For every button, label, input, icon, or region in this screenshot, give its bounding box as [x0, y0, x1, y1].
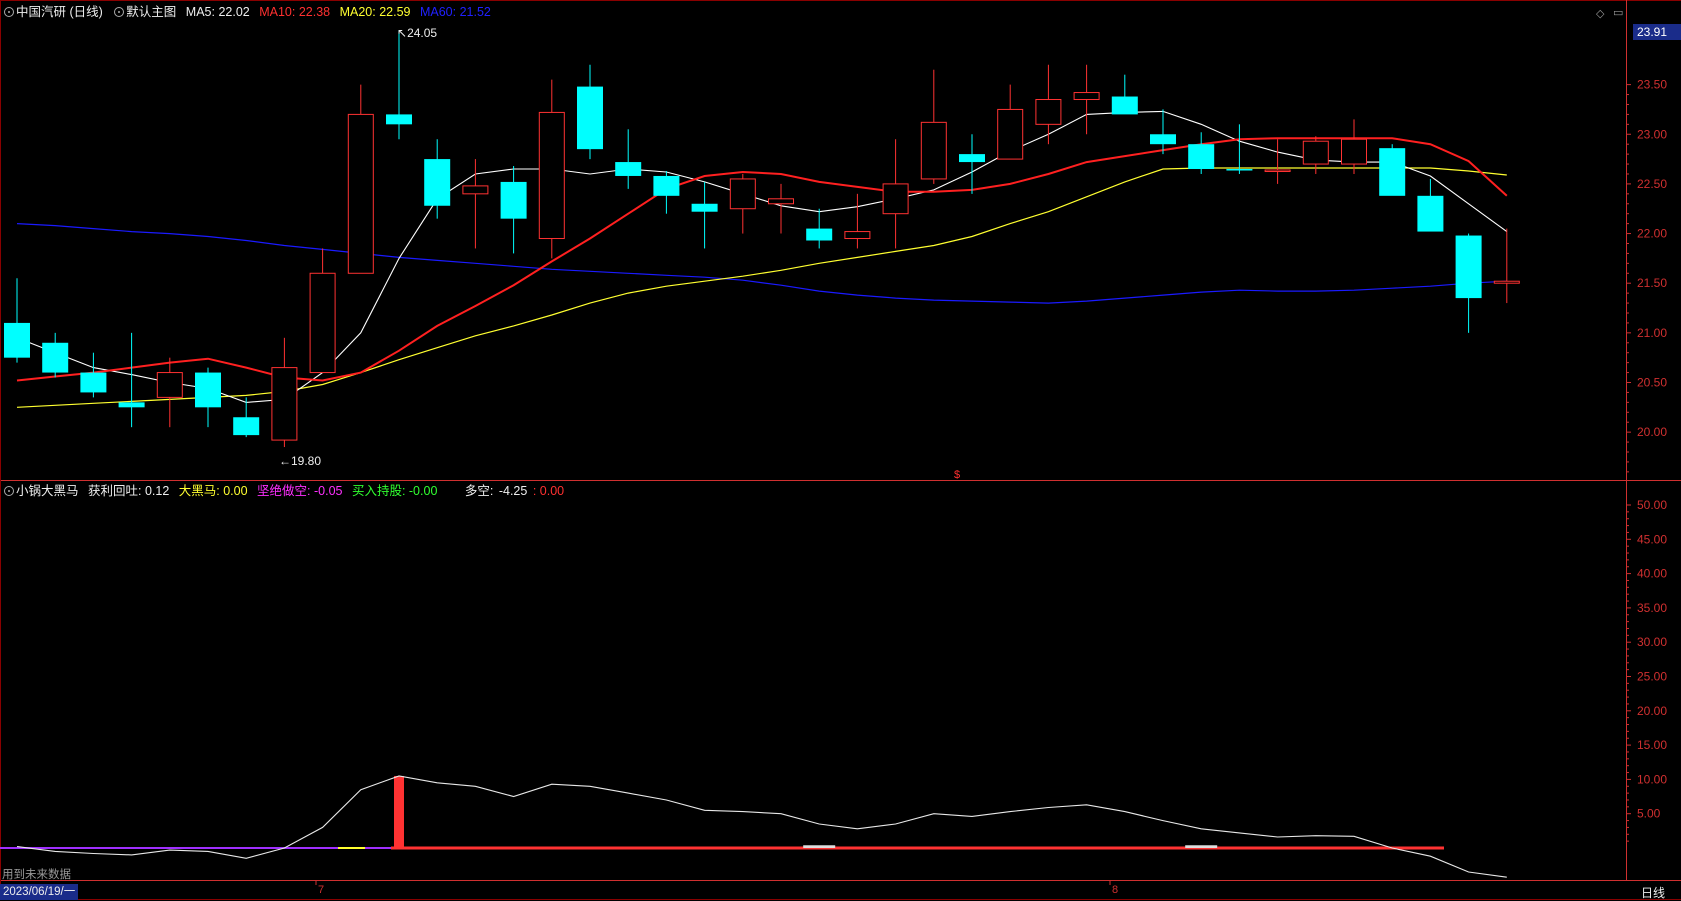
candle-body-up[interactable]	[729, 178, 756, 210]
candle-body-up[interactable]	[997, 108, 1024, 160]
candle-body-down[interactable]	[1455, 235, 1482, 299]
candle-body-down[interactable]	[80, 372, 107, 393]
main-chart-header: 中国汽研 (日线) 默认主图 MA5: 22.02 MA10: 22.38 MA…	[4, 3, 493, 21]
indicator-tick-label: 25.00	[1637, 670, 1667, 684]
indicator-red-bar[interactable]	[394, 775, 404, 848]
candle-body-down[interactable]	[1417, 195, 1444, 232]
candle-body-up[interactable]	[1073, 92, 1100, 101]
future-data-note: 用到未来数据	[2, 869, 71, 881]
price-tick-label: 23.50	[1637, 78, 1667, 92]
candle-body-down[interactable]	[577, 86, 603, 150]
candle-body-down[interactable]	[806, 228, 833, 241]
circle-settings-icon[interactable]	[4, 7, 14, 17]
window-icon[interactable]: ▭	[1613, 6, 1623, 19]
indicator-dk-extra: : 0.00	[532, 484, 565, 498]
ma20-label: MA20: 22.59	[339, 5, 411, 19]
template-name[interactable]: 默认主图	[126, 5, 176, 19]
indicator-jjzk: 坚绝做空: -0.05	[257, 484, 343, 498]
indicator-small-bar	[1185, 845, 1218, 848]
price-tick-label: 20.00	[1637, 425, 1667, 439]
candle-body-up[interactable]	[1035, 99, 1062, 125]
candle-body-down[interactable]	[1111, 96, 1138, 115]
diamond-icon[interactable]: ◇	[1596, 7, 1604, 20]
date-cursor-label: 2023/06/19/一	[0, 884, 79, 900]
indicator-mrcg: 买入持股: -0.00	[351, 484, 438, 498]
candle-body-up[interactable]	[1341, 138, 1367, 165]
low-price-label: ←19.80	[279, 454, 322, 468]
ma5-label: MA5: 22.02	[185, 5, 250, 19]
candle-body-down[interactable]	[615, 162, 642, 176]
candle-body-down[interactable]	[386, 114, 412, 125]
candle-body-down[interactable]	[1226, 169, 1253, 171]
indicator-tick-label: 20.00	[1637, 704, 1667, 718]
duokong-line	[16, 775, 1507, 878]
candle-body-up[interactable]	[538, 111, 565, 240]
price-tick-label: 23.00	[1637, 127, 1667, 141]
last-price-tag: 23.91	[1633, 24, 1681, 40]
indicator-header: 小锅大黑马 获利回吐: 0.12 大黑马: 0.00 坚绝做空: -0.05 买…	[4, 482, 566, 500]
candle-body-down[interactable]	[233, 417, 260, 436]
candle-body-up[interactable]	[844, 231, 871, 240]
stock-name[interactable]: 中国汽研 (日线)	[16, 5, 103, 19]
candle-body-up[interactable]	[1302, 140, 1329, 165]
indicator-tick-label: 15.00	[1637, 738, 1667, 752]
candle-body-down[interactable]	[4, 322, 30, 358]
ma20-line	[16, 167, 1507, 408]
ma60-line	[16, 223, 1507, 304]
period-button[interactable]: 日线	[1641, 884, 1665, 901]
indicator-tick-label: 45.00	[1637, 532, 1667, 546]
candle-body-up[interactable]	[920, 121, 947, 180]
low-price-value: 19.80	[291, 454, 322, 468]
indicator-small-bar	[803, 845, 836, 848]
high-price-label: ↖24.05	[397, 26, 438, 40]
candle-body-down[interactable]	[1188, 144, 1215, 170]
indicator-dk-value: -4.25	[498, 484, 528, 498]
ma10-label: MA10: 22.38	[259, 5, 331, 19]
circle-settings-icon[interactable]	[114, 7, 125, 17]
event-marker[interactable]: $	[954, 469, 960, 481]
candle-body-down[interactable]	[42, 342, 69, 373]
indicator-name[interactable]: 小锅大黑马	[16, 484, 79, 498]
candle-body-up[interactable]	[156, 372, 183, 398]
candle-body-down[interactable]	[118, 402, 145, 408]
candle-body-up[interactable]	[309, 272, 336, 374]
ma60-label: MA60: 21.52	[419, 5, 491, 19]
candle-body-down[interactable]	[691, 203, 718, 212]
ma10-line	[16, 137, 1508, 382]
candle-body-down[interactable]	[195, 372, 221, 408]
candle-body-down[interactable]	[653, 175, 680, 196]
candle-body-up[interactable]	[768, 198, 794, 205]
price-tick-label: 22.00	[1637, 227, 1667, 241]
month-label-8: 8	[1112, 884, 1119, 896]
indicator-tick-label: 10.00	[1637, 772, 1667, 786]
month-label-7: 7	[318, 884, 325, 896]
candle-body-down[interactable]	[500, 181, 527, 219]
candle-body-up[interactable]	[1264, 169, 1291, 173]
candle-body-up[interactable]	[882, 183, 909, 215]
candle-body-down[interactable]	[1379, 148, 1406, 196]
candle-body-up[interactable]	[1493, 280, 1520, 284]
ma5-line	[16, 110, 1508, 403]
indicator-dk-label: 多空:	[464, 484, 494, 498]
candle-body-down[interactable]	[1150, 134, 1176, 145]
candlestick-chart[interactable]: 23.50 23.00 22.50 22.00 21.50 21.00 20.50 20.00…	[0, 0, 1681, 900]
circle-settings-icon[interactable]	[4, 486, 14, 496]
indicator-tick-label: 40.00	[1637, 567, 1667, 581]
indicator-hlt: 获利回吐: 0.12	[88, 484, 170, 498]
price-tick-label: 20.50	[1637, 375, 1667, 389]
candle-body-up[interactable]	[462, 185, 489, 195]
candle-body-up[interactable]	[347, 113, 374, 274]
indicator-tick-label: 5.00	[1637, 807, 1661, 821]
price-tick-label: 21.50	[1637, 276, 1667, 290]
indicator-dhm: 大黑马: 0.00	[178, 484, 248, 498]
indicator-tick-label: 30.00	[1637, 635, 1667, 649]
high-price-value: 24.05	[407, 26, 438, 40]
indicator-tick-label: 35.00	[1637, 601, 1667, 615]
price-tick-label: 21.00	[1637, 326, 1667, 340]
indicator-tick-label: 50.00	[1637, 498, 1667, 512]
price-tick-label: 22.50	[1637, 177, 1667, 191]
candle-body-down[interactable]	[959, 154, 985, 163]
candle-body-up[interactable]	[271, 367, 298, 441]
candle-body-down[interactable]	[424, 159, 451, 206]
